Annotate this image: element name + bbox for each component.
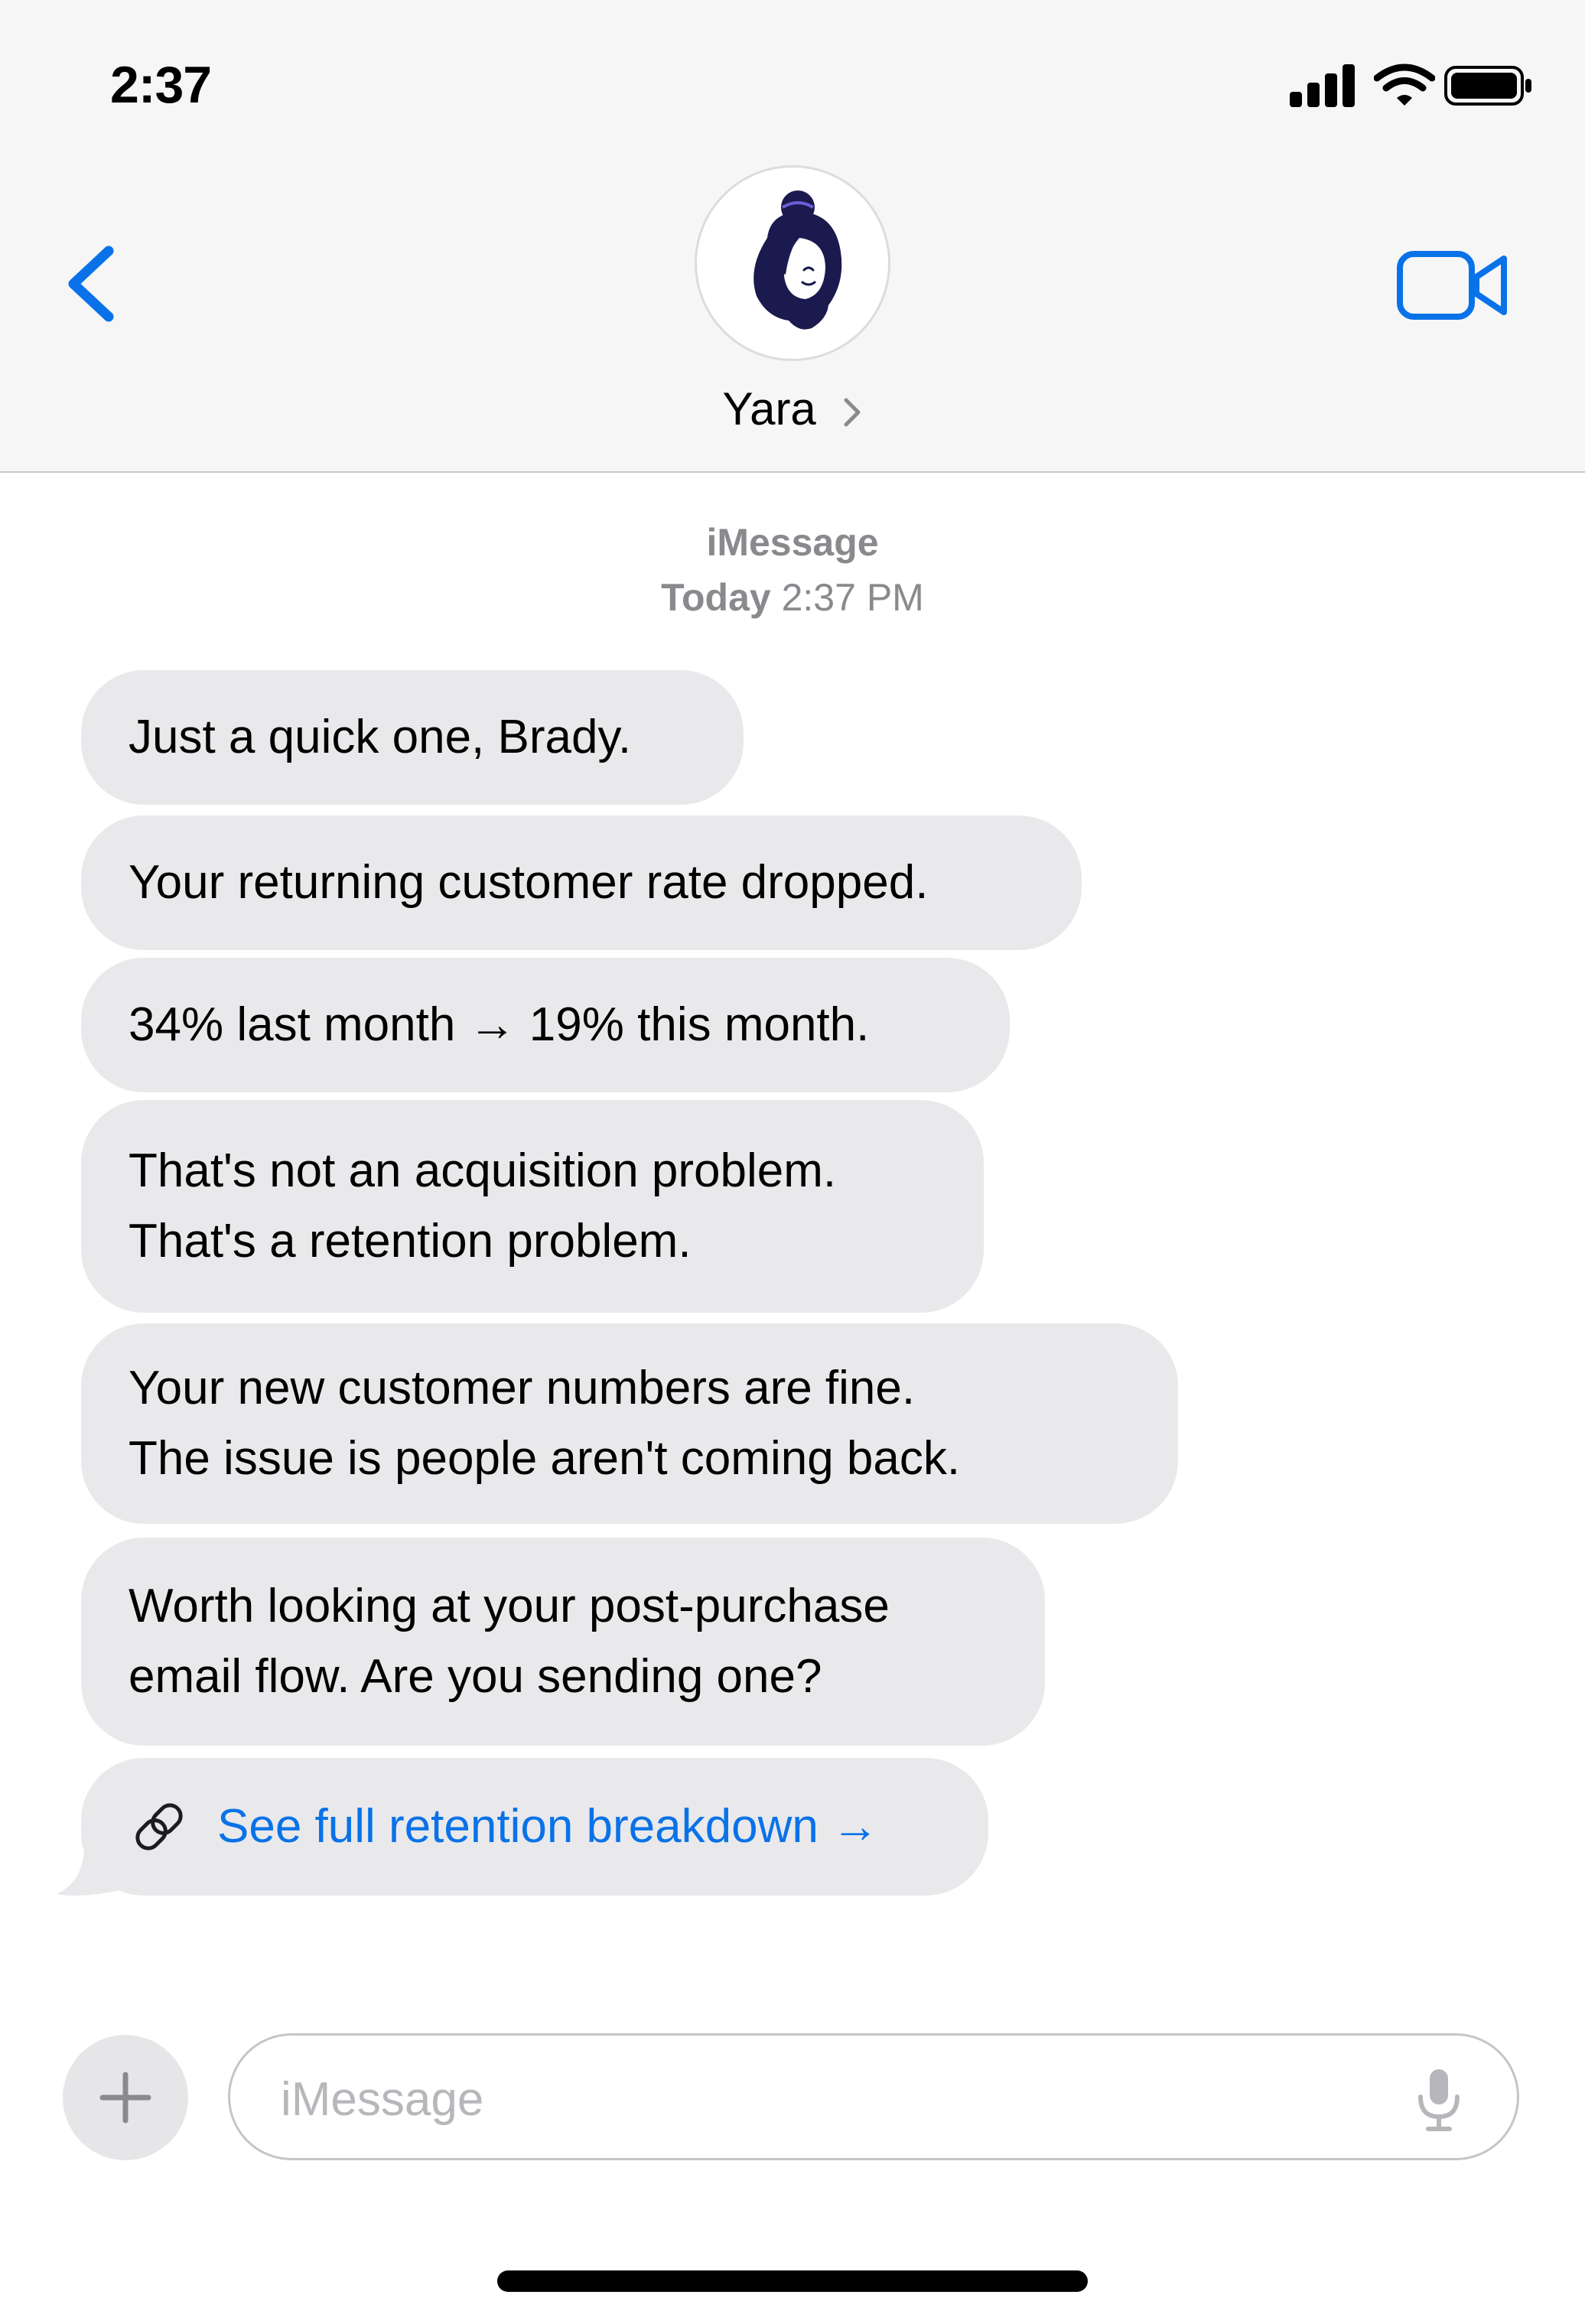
chevron-right-icon <box>844 398 861 427</box>
conversation-header: 2:37 Yara <box>0 0 1585 473</box>
link-label: See full retention breakdown → <box>217 1800 880 1853</box>
timestamp: Today 2:37 PM <box>0 575 1585 620</box>
battery-icon <box>1444 66 1531 106</box>
message-input-container[interactable] <box>228 2033 1519 2160</box>
message-text: Your new customer numbers are fine. The … <box>129 1362 961 1485</box>
avatar[interactable] <box>695 165 890 361</box>
message-bubble[interactable]: Just a quick one, Brady. <box>81 670 744 805</box>
video-camera-icon <box>1397 251 1507 320</box>
back-button[interactable] <box>61 242 122 326</box>
timestamp-time: 2:37 PM <box>781 576 924 619</box>
message-text: 34% last month → 19% this month. <box>129 998 870 1051</box>
plus-icon <box>99 2072 151 2124</box>
wifi-icon <box>1374 63 1435 106</box>
message-bubble[interactable]: Your returning customer rate dropped. <box>81 815 1082 950</box>
video-call-button[interactable] <box>1397 246 1510 324</box>
message-text: Just a quick one, Brady. <box>129 711 632 763</box>
contact-name: Yara <box>722 383 816 435</box>
signal-icon <box>1290 63 1356 109</box>
message-bubble[interactable]: Your new customer numbers are fine. The … <box>81 1323 1178 1524</box>
message-text: That's not an acquisition problem. That'… <box>129 1144 837 1268</box>
message-bubble[interactable]: That's not an acquisition problem. That'… <box>81 1100 984 1313</box>
message-bubble[interactable]: 34% last month → 19% this month. <box>81 958 1010 1092</box>
avatar-illustration <box>753 190 842 330</box>
timestamp-day: Today <box>661 576 771 619</box>
service-label: iMessage <box>706 521 879 564</box>
message-text: Worth looking at your post-purchase emai… <box>129 1580 890 1703</box>
contact-name-button[interactable]: Yara <box>0 382 1585 435</box>
message-text: Your returning customer rate dropped. <box>129 856 929 909</box>
microphone-icon[interactable] <box>1414 2066 1463 2132</box>
link-bubble[interactable]: See full retention breakdown → <box>81 1758 988 1896</box>
message-bubble[interactable]: Worth looking at your post-purchase emai… <box>81 1538 1045 1746</box>
messages-screen: 2:37 Yara iMessage Today 2:37 PM Just a … <box>0 0 1585 2324</box>
add-attachment-button[interactable] <box>63 2035 188 2160</box>
message-input[interactable] <box>281 2065 1382 2134</box>
link-icon <box>135 1803 183 1850</box>
status-time: 2:37 <box>110 56 212 114</box>
home-indicator[interactable] <box>497 2270 1088 2292</box>
